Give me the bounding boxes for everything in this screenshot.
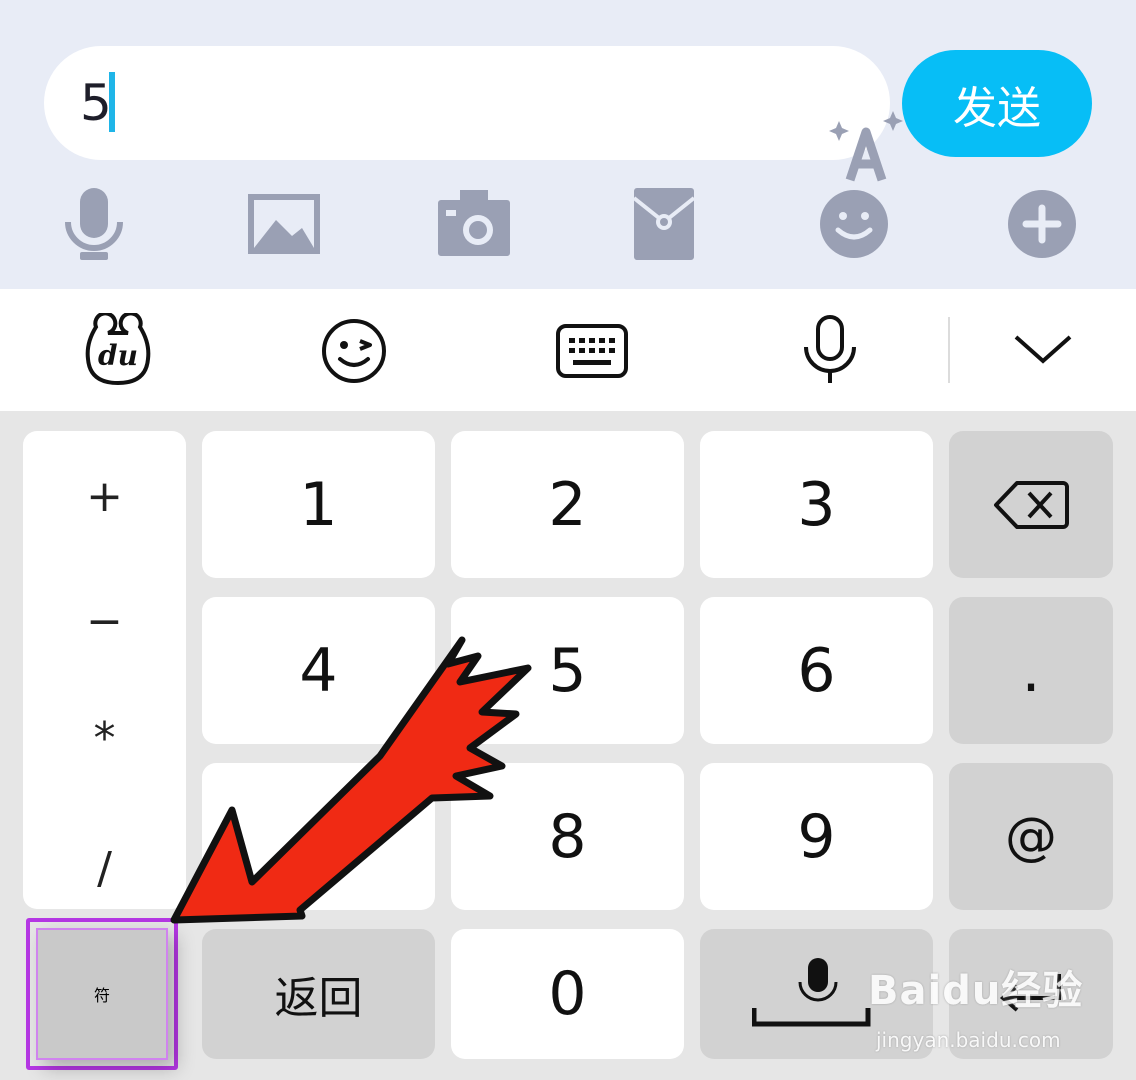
font-style-icon[interactable]: [826, 110, 906, 190]
at-key-label: @: [1005, 806, 1057, 867]
key-3-label: 3: [797, 469, 836, 540]
image-icon[interactable]: [244, 184, 324, 264]
key-2[interactable]: 2: [451, 431, 684, 578]
du-bear-logo-icon[interactable]: du: [78, 313, 158, 389]
chevron-down-icon[interactable]: [1012, 331, 1074, 367]
svg-text:du: du: [98, 339, 138, 372]
chat-input-area: 5 发送: [0, 0, 1136, 289]
baidu-jingyan-watermark: Baidu经验 jingyan.baidu.com: [868, 950, 1108, 1060]
key-5-label: 5: [548, 635, 587, 706]
symbols-toggle-key[interactable]: 符: [36, 928, 168, 1060]
keyboard-icon[interactable]: [555, 321, 629, 381]
key-1-label: 1: [299, 469, 338, 540]
key-6[interactable]: 6: [700, 597, 933, 744]
dot-key[interactable]: .: [949, 597, 1113, 744]
symbols-toggle-label: 符: [93, 986, 110, 1005]
at-key[interactable]: @: [949, 763, 1113, 910]
message-input[interactable]: 5: [44, 46, 903, 182]
emoji-icon[interactable]: [814, 184, 894, 264]
watermark-brand: Baidu经验: [868, 968, 1084, 1014]
camera-icon[interactable]: [434, 184, 514, 264]
ime-toolbar: du: [0, 289, 1136, 411]
backspace-icon: [994, 480, 1069, 529]
key-0-label: 0: [548, 959, 587, 1029]
key-1[interactable]: 1: [202, 431, 435, 578]
space-microphone-icon: [751, 958, 870, 1027]
toolbar-divider: [948, 317, 950, 383]
red-packet-icon[interactable]: [624, 184, 704, 264]
back-key-label: 返回: [274, 973, 363, 1024]
message-input-text: 5: [80, 74, 112, 132]
key-9[interactable]: 9: [700, 763, 933, 910]
backspace-key[interactable]: [949, 431, 1113, 578]
key-8-label: 8: [548, 801, 587, 872]
key-6-label: 6: [797, 635, 836, 706]
send-button[interactable]: 发送: [902, 50, 1092, 157]
key-3[interactable]: 3: [700, 431, 933, 578]
annotation-arrow-icon: [170, 636, 532, 924]
dot-key-label: .: [1021, 635, 1041, 706]
wink-emoji-icon[interactable]: [320, 317, 388, 385]
key-9-label: 9: [797, 801, 836, 872]
text-caret: [109, 72, 115, 132]
microphone-icon[interactable]: [54, 184, 134, 264]
key-2-label: 2: [548, 469, 587, 540]
symbol-plus[interactable]: +: [23, 471, 186, 522]
watermark-url: jingyan.baidu.com: [876, 1028, 1061, 1052]
plus-icon[interactable]: [1002, 184, 1082, 264]
microphone-icon[interactable]: [798, 313, 862, 389]
